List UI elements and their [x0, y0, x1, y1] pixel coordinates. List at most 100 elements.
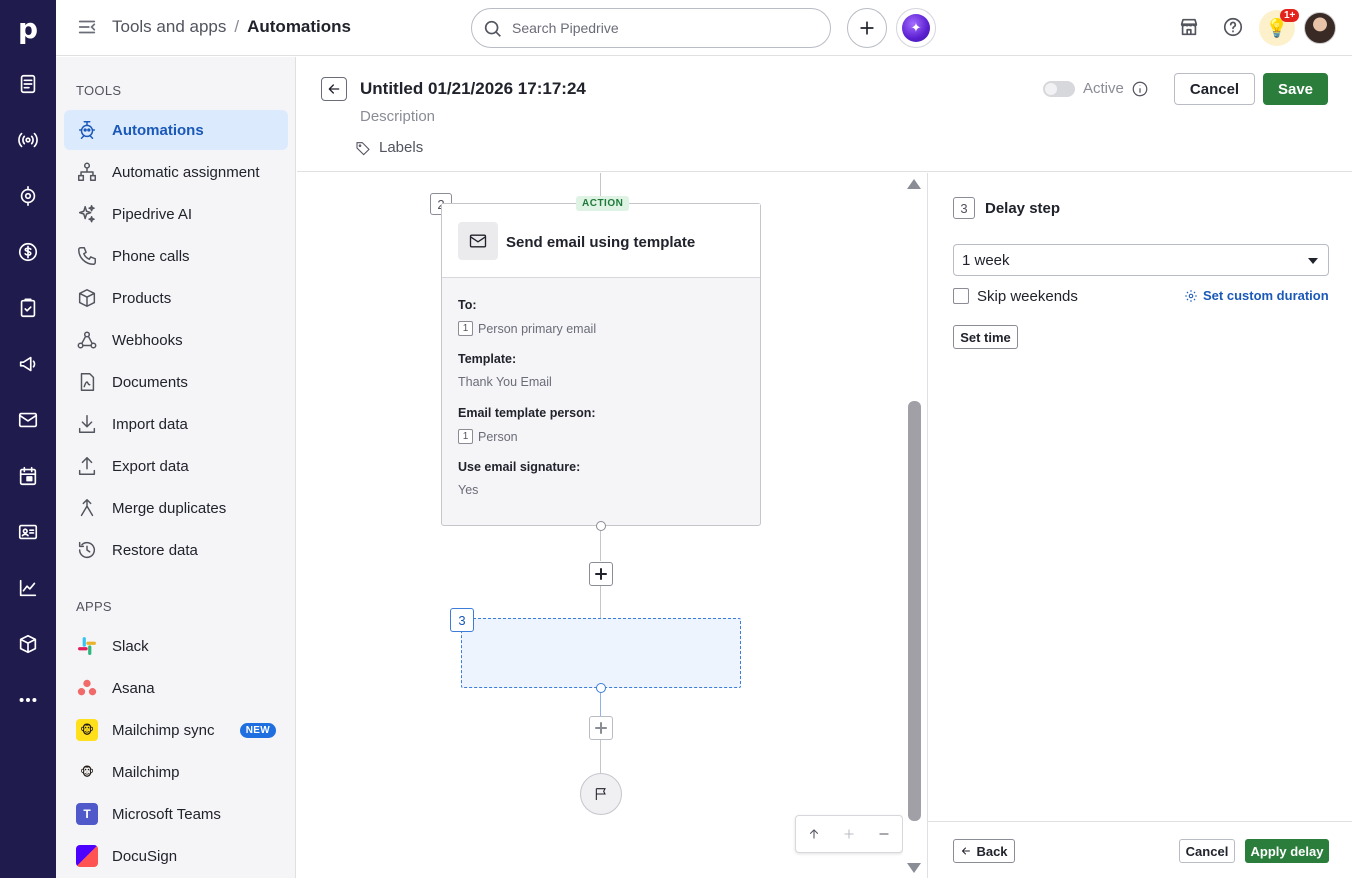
sidebar-item-pipedrive-ai[interactable]: Pipedrive AI: [64, 194, 288, 234]
sidebar-item-asana[interactable]: Asana: [64, 668, 288, 708]
mailchimp-icon: 🐵: [76, 719, 98, 741]
sidebar-item-slack[interactable]: Slack: [64, 626, 288, 666]
cancel-button[interactable]: Cancel: [1174, 73, 1255, 105]
sidebar-item-restore-data[interactable]: Restore data: [64, 530, 288, 570]
field-label: To:: [458, 298, 477, 312]
zoom-in-icon[interactable]: [838, 823, 860, 845]
back-label: Back: [976, 843, 1008, 859]
add-step-button[interactable]: [589, 716, 613, 740]
apply-delay-button[interactable]: Apply delay: [1245, 839, 1329, 863]
field-value: Yes: [458, 483, 479, 497]
set-custom-duration-link[interactable]: Set custom duration: [1184, 288, 1329, 303]
sidebar-item-label: Merge duplicates: [112, 499, 227, 517]
new-badge: NEW: [239, 723, 276, 738]
ai-assistant-button[interactable]: ✦: [896, 8, 936, 48]
save-button[interactable]: Save: [1263, 73, 1328, 105]
sidebar-item-export-data[interactable]: Export data: [64, 446, 288, 486]
field-label: Use email signature:: [458, 460, 581, 474]
connector-line: [600, 586, 601, 618]
sidebar-item-microsoft-teams[interactable]: T Microsoft Teams: [64, 794, 288, 834]
sidebar-item-merge-duplicates[interactable]: Merge duplicates: [64, 488, 288, 528]
campaigns-icon[interactable]: [14, 350, 42, 378]
breadcrumb-parent[interactable]: Tools and apps: [112, 17, 226, 37]
zoom-out-icon[interactable]: [873, 823, 895, 845]
contacts-icon[interactable]: [14, 518, 42, 546]
search-input[interactable]: [512, 20, 792, 36]
scroll-down-arrow[interactable]: [907, 863, 921, 873]
sidebar-item-documents[interactable]: Documents: [64, 362, 288, 402]
scroll-thumb[interactable]: [908, 401, 921, 821]
sidebar-item-products[interactable]: Products: [64, 278, 288, 318]
sidebar-item-label: Documents: [112, 373, 188, 391]
sidebar-item-docusign[interactable]: DocuSign: [64, 836, 288, 876]
skip-weekends-checkbox[interactable]: [953, 288, 969, 304]
search-box[interactable]: [471, 8, 831, 48]
caret-down-icon: [1308, 258, 1318, 264]
description-field[interactable]: Description: [360, 108, 435, 125]
broadcast-icon[interactable]: [14, 126, 42, 154]
back-button[interactable]: Back: [953, 839, 1015, 863]
arrow-up-icon[interactable]: [803, 823, 825, 845]
gear-icon: [1185, 289, 1197, 302]
sidebar-item-label: Asana: [112, 679, 155, 697]
breadcrumb: Tools and apps / Automations: [112, 17, 351, 37]
deals-icon[interactable]: [14, 238, 42, 266]
labels-button[interactable]: Labels: [355, 139, 423, 156]
canvas-scrollbar[interactable]: [904, 173, 926, 878]
marketplace-icon[interactable]: [1178, 16, 1202, 40]
menu-collapse-icon[interactable]: [76, 16, 100, 40]
sidebar-item-label: Restore data: [112, 541, 198, 559]
sidebar-item-automations[interactable]: Automations: [64, 110, 288, 150]
active-toggle[interactable]: [1043, 81, 1075, 97]
activities-icon[interactable]: [14, 294, 42, 322]
sparkle-icon: [76, 203, 98, 225]
more-icon[interactable]: [14, 686, 42, 714]
box-icon: [76, 287, 98, 309]
sidebar-item-mailchimp[interactable]: 🐵 Mailchimp: [64, 752, 288, 792]
canvas-controls: [795, 815, 903, 853]
help-icon[interactable]: [1222, 16, 1246, 40]
restore-icon: [76, 539, 98, 561]
workflow-canvas[interactable]: 2 ACTION Send email using template To: 1…: [297, 173, 903, 878]
add-step-button[interactable]: [589, 562, 613, 586]
insights-icon[interactable]: [14, 574, 42, 602]
automation-title[interactable]: Untitled 01/21/2026 17:17:24: [360, 79, 586, 99]
arrow-left-icon: [328, 84, 340, 94]
info-icon[interactable]: [1131, 80, 1149, 98]
pipedrive-logo[interactable]: p: [0, 0, 56, 56]
tools-sidebar: TOOLS Automations Automatic assignment P…: [56, 57, 296, 878]
target-icon[interactable]: [14, 182, 42, 210]
sidebar-item-label: Webhooks: [112, 331, 183, 349]
skip-weekends-label[interactable]: Skip weekends: [977, 288, 1078, 305]
quick-add-button[interactable]: [847, 8, 887, 48]
sparkle-icon: ✦: [902, 14, 930, 42]
back-arrow-button[interactable]: [321, 77, 347, 101]
step-card-send-email[interactable]: ACTION Send email using template To: 1 Pe…: [441, 196, 761, 526]
sidebar-item-import-data[interactable]: Import data: [64, 404, 288, 444]
sidebar-item-automatic-assignment[interactable]: Automatic assignment: [64, 152, 288, 192]
set-time-button[interactable]: Set time: [953, 325, 1018, 349]
sidebar-item-label: Mailchimp: [112, 763, 180, 781]
connector-line: [600, 740, 601, 773]
plus-icon: [595, 568, 607, 580]
sidebar-item-webhooks[interactable]: Webhooks: [64, 320, 288, 360]
mail-icon: [458, 222, 498, 260]
end-flag-node: [580, 773, 622, 815]
merge-icon: [76, 497, 98, 519]
arrow-left-icon: [962, 847, 971, 855]
scroll-up-arrow[interactable]: [907, 179, 921, 189]
leads-icon[interactable]: [14, 70, 42, 98]
step-number-badge: 3: [953, 197, 975, 219]
export-icon: [76, 455, 98, 477]
avatar[interactable]: [1304, 12, 1336, 44]
sidebar-item-mailchimp-sync[interactable]: 🐵 Mailchimp sync NEW: [64, 710, 288, 750]
delay-step-placeholder[interactable]: [461, 618, 741, 688]
panel-cancel-button[interactable]: Cancel: [1179, 839, 1235, 863]
mail-icon[interactable]: [14, 406, 42, 434]
sidebar-item-phone-calls[interactable]: Phone calls: [64, 236, 288, 276]
calendar-icon[interactable]: [14, 462, 42, 490]
assignment-icon: [76, 161, 98, 183]
products-icon[interactable]: [14, 630, 42, 658]
duration-select[interactable]: 1 week: [953, 244, 1329, 276]
field-value: Person: [478, 429, 518, 444]
